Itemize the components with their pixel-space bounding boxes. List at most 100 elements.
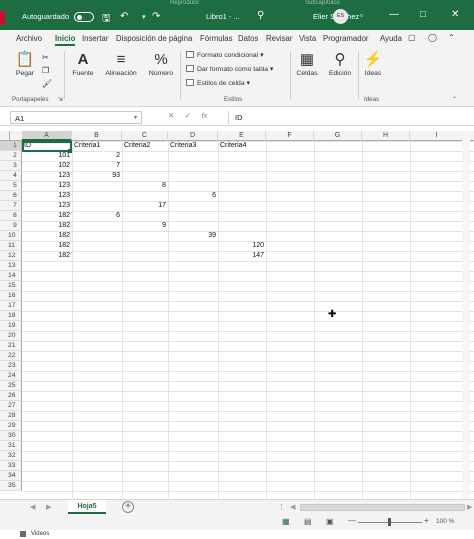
row-header[interactable]: 22: [0, 351, 22, 361]
column-header-d[interactable]: D: [168, 131, 218, 141]
row-header[interactable]: 30: [0, 431, 22, 441]
row-header[interactable]: 33: [0, 461, 22, 471]
page-layout-view-icon[interactable]: ▤: [304, 517, 312, 526]
column-header-e[interactable]: E: [218, 131, 266, 141]
row-header[interactable]: 35: [0, 481, 22, 491]
row-header[interactable]: 1: [0, 141, 22, 151]
data-cell[interactable]: 17: [122, 201, 168, 211]
row-header[interactable]: 21: [0, 341, 22, 351]
data-cell[interactable]: 8: [122, 181, 168, 191]
autosave-toggle[interactable]: [74, 12, 94, 22]
data-cell[interactable]: 123: [22, 181, 72, 191]
tab-formulas[interactable]: Fórmulas: [200, 34, 233, 43]
page-break-view-icon[interactable]: ▣: [326, 517, 334, 526]
header-cell[interactable]: Criteria3: [168, 141, 218, 151]
row-header[interactable]: 2: [0, 151, 22, 161]
select-all-button[interactable]: [0, 131, 10, 141]
copy-icon[interactable]: ❐: [42, 66, 49, 75]
row-header[interactable]: 19: [0, 321, 22, 331]
row-header[interactable]: 14: [0, 271, 22, 281]
sheet-prev-icon[interactable]: ◀: [30, 503, 35, 511]
format-painter-icon[interactable]: 🖌: [42, 79, 52, 88]
column-header-h[interactable]: H: [362, 131, 410, 141]
sheet-options-icon[interactable]: ⋮: [278, 503, 285, 511]
paste-button[interactable]: 📋 Pegar: [12, 51, 38, 77]
close-icon[interactable]: ✕: [451, 9, 459, 20]
row-header[interactable]: 16: [0, 291, 22, 301]
save-icon[interactable]: 🖫: [102, 11, 111, 28]
data-cell[interactable]: 9: [122, 221, 168, 231]
undo-icon[interactable]: ↶: [120, 11, 128, 22]
data-cell[interactable]: 39: [168, 231, 218, 241]
tab-datos[interactable]: Datos: [238, 34, 258, 43]
font-button[interactable]: A Fuente: [68, 51, 98, 77]
row-header[interactable]: 31: [0, 441, 22, 451]
column-header-g[interactable]: G: [314, 131, 362, 141]
ideas-button[interactable]: ⚡ Ideas: [362, 51, 384, 77]
data-cell[interactable]: 123: [22, 191, 72, 201]
header-cell[interactable]: Criteria1: [72, 141, 122, 151]
data-cell[interactable]: 102: [22, 161, 72, 171]
ribbon-collapse-small-icon[interactable]: ⌃: [452, 96, 457, 103]
data-cell[interactable]: 147: [218, 251, 266, 261]
tab-archivo[interactable]: Archivo: [16, 34, 42, 43]
format-as-table-button[interactable]: Dar formato como tabla ▾: [186, 65, 273, 73]
formula-input[interactable]: ID: [228, 111, 460, 124]
column-header-f[interactable]: F: [266, 131, 314, 141]
row-header[interactable]: 20: [0, 331, 22, 341]
data-cell[interactable]: 120: [218, 241, 266, 251]
share-icon[interactable]: ◯: [428, 33, 437, 42]
row-header[interactable]: 13: [0, 261, 22, 271]
tab-insertar[interactable]: Insertar: [82, 34, 108, 43]
data-cell[interactable]: 2: [72, 151, 122, 161]
row-header[interactable]: 32: [0, 451, 22, 461]
data-cell[interactable]: 6: [168, 191, 218, 201]
row-header[interactable]: 34: [0, 471, 22, 481]
maximize-icon[interactable]: □: [420, 9, 426, 20]
row-header[interactable]: 11: [0, 241, 22, 251]
header-cell[interactable]: Criteria2: [122, 141, 168, 151]
data-cell[interactable]: 123: [22, 171, 72, 181]
row-header[interactable]: 26: [0, 391, 22, 401]
column-header-i[interactable]: I: [410, 131, 464, 141]
cut-icon[interactable]: ✂: [42, 53, 49, 62]
row-header[interactable]: 18: [0, 311, 22, 321]
row-header[interactable]: 5: [0, 181, 22, 191]
redo-icon[interactable]: ↷: [152, 11, 160, 22]
hscroll-right-icon[interactable]: ▶: [467, 503, 472, 511]
avatar[interactable]: ES: [333, 9, 348, 24]
zoom-in-icon[interactable]: +: [424, 516, 429, 525]
row-header[interactable]: 25: [0, 381, 22, 391]
column-header-a[interactable]: A: [22, 131, 72, 141]
data-cell[interactable]: 182: [22, 241, 72, 251]
name-box[interactable]: A1 ▾: [10, 111, 142, 124]
data-cell[interactable]: 6: [72, 211, 122, 221]
row-header[interactable]: 9: [0, 221, 22, 231]
row-header[interactable]: 3: [0, 161, 22, 171]
row-header[interactable]: 15: [0, 281, 22, 291]
editing-button[interactable]: ⚲ Edición: [325, 51, 355, 77]
tab-revisar[interactable]: Revisar: [266, 34, 292, 43]
normal-view-icon[interactable]: ▦: [282, 517, 290, 526]
conditional-format-button[interactable]: Formato condicional ▾: [186, 51, 264, 59]
add-sheet-button[interactable]: +: [122, 501, 134, 513]
data-cell[interactable]: 101: [22, 151, 72, 161]
data-cell[interactable]: 7: [72, 161, 122, 171]
zoom-level[interactable]: 100 %: [436, 518, 454, 525]
row-header[interactable]: 29: [0, 421, 22, 431]
cell-styles-button[interactable]: Estilos de celda ▾: [186, 79, 250, 87]
horizontal-scrollbar[interactable]: [300, 504, 465, 511]
data-cell[interactable]: 182: [22, 251, 72, 261]
data-cell[interactable]: 182: [22, 211, 72, 221]
tab-inicio[interactable]: Inicio: [55, 34, 76, 46]
tab-disposicion[interactable]: Disposición de página: [116, 34, 196, 43]
cancel-icon[interactable]: ✕: [168, 111, 174, 120]
row-header[interactable]: 7: [0, 201, 22, 211]
sheet-next-icon[interactable]: ▶: [46, 503, 51, 511]
row-header[interactable]: 10: [0, 231, 22, 241]
sheet-tab-hoja5[interactable]: Hoja5: [68, 500, 106, 514]
row-header[interactable]: 12: [0, 251, 22, 261]
column-header-c[interactable]: C: [122, 131, 168, 141]
row-header[interactable]: 27: [0, 401, 22, 411]
data-cell[interactable]: 93: [72, 171, 122, 181]
